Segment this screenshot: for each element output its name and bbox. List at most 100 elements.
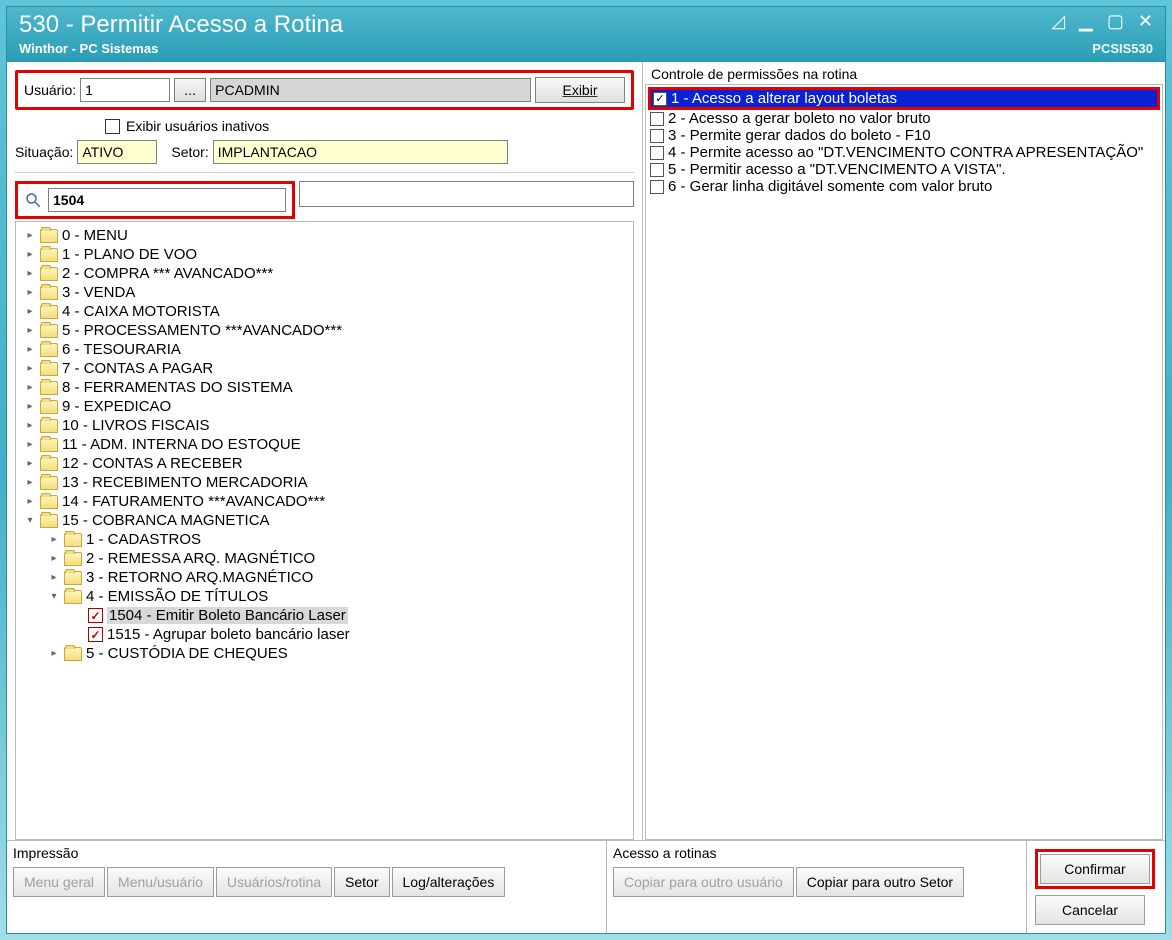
cancelar-button[interactable]: Cancelar (1035, 895, 1145, 925)
permissions-list[interactable]: ✓ 1 - Acesso a alterar layout boletas 2 - … (645, 84, 1163, 840)
menu-geral-button[interactable]: Menu geral (13, 867, 105, 897)
expander-icon[interactable]: ▸ (24, 306, 36, 318)
tree-row[interactable]: ▸ 5 - PROCESSAMENTO ***AVANCADO*** (18, 321, 631, 340)
permission-row[interactable]: 2 - Acesso a gerar boleto no valor bruto (648, 110, 1160, 127)
minimize-icon[interactable]: ▁ (1079, 11, 1093, 32)
user-id-input[interactable] (80, 78, 170, 102)
setor-input[interactable] (213, 140, 508, 164)
expander-icon[interactable]: ▸ (48, 534, 60, 546)
expander-icon[interactable]: ▸ (48, 572, 60, 584)
setor-button[interactable]: Setor (334, 867, 389, 897)
menu-usuario-button[interactable]: Menu/usuário (107, 867, 214, 897)
tree-row[interactable]: ▸ 7 - CONTAS A PAGAR (18, 359, 631, 378)
expander-icon[interactable]: ▸ (24, 325, 36, 337)
permission-row[interactable]: 4 - Permite acesso ao "DT.VENCIMENTO CON… (648, 144, 1160, 161)
permission-row[interactable]: 5 - Permitir acesso a "DT.VENCIMENTO A V… (648, 161, 1160, 178)
tree-row[interactable]: ▸11 - ADM. INTERNA DO ESTOQUE (18, 435, 631, 454)
expander-icon[interactable]: ▸ (24, 420, 36, 432)
folder-icon (40, 248, 58, 262)
permission-label: 6 - Gerar linha digitável somente com va… (668, 178, 992, 195)
expander-icon[interactable]: ▸ (24, 401, 36, 413)
expander-icon[interactable]: ▸ (24, 477, 36, 489)
tree-label: 5 - PROCESSAMENTO ***AVANCADO*** (62, 322, 342, 339)
expander-icon[interactable]: ▾ (48, 591, 60, 603)
expander-icon[interactable]: ▸ (24, 268, 36, 280)
permission-checkbox[interactable] (650, 180, 664, 194)
expander-icon[interactable]: ▸ (24, 344, 36, 356)
copiar-usuario-button[interactable]: Copiar para outro usuário (613, 867, 794, 897)
expander-icon[interactable]: ▸ (24, 287, 36, 299)
log-alteracoes-button[interactable]: Log/alterações (392, 867, 506, 897)
tree-row[interactable]: ▸6 - TESOURARIA (18, 340, 631, 359)
tree-label: 5 - CUSTÓDIA DE CHEQUES (86, 645, 288, 662)
routine-tree[interactable]: ▸0 - MENU▸1 - PLANO DE VOO▸2 - COMPRA **… (15, 221, 634, 840)
inactive-users-checkbox[interactable] (105, 119, 120, 134)
resize-icon[interactable]: ◿ (1051, 11, 1065, 32)
expander-icon[interactable]: ▸ (24, 249, 36, 261)
user-name-input[interactable] (210, 78, 531, 102)
permission-label: 1 - Acesso a alterar layout boletas (671, 90, 897, 107)
expander-icon[interactable]: ▸ (24, 230, 36, 242)
tree-row[interactable]: ▸3 - RETORNO ARQ.MAGNÉTICO (18, 568, 631, 587)
tree-row[interactable]: ▾4 - EMISSÃO DE TÍTULOS (18, 587, 631, 606)
maximize-icon[interactable]: ▢ (1107, 11, 1124, 32)
tree-row[interactable]: ▸1 - CADASTROS (18, 530, 631, 549)
tree-label: 8 - FERRAMENTAS DO SISTEMA (62, 379, 293, 396)
tree-row[interactable]: ▸ 8 - FERRAMENTAS DO SISTEMA (18, 378, 631, 397)
inactive-users-row[interactable]: Exibir usuários inativos (105, 118, 634, 134)
expander-icon[interactable]: ▸ (24, 496, 36, 508)
tree-row[interactable]: ▸4 - CAIXA MOTORISTA (18, 302, 631, 321)
folder-icon (40, 305, 58, 319)
search-input[interactable] (48, 188, 286, 212)
tree-row[interactable]: ▸13 - RECEBIMENTO MERCADORIA (18, 473, 631, 492)
tree-row[interactable]: ▸14 - FATURAMENTO ***AVANCADO*** (18, 492, 631, 511)
permission-checkbox[interactable]: ✓ (653, 92, 667, 106)
tree-row[interactable]: ▸10 - LIVROS FISCAIS (18, 416, 631, 435)
expander-icon[interactable]: ▸ (24, 382, 36, 394)
tree-row[interactable]: ▸0 - MENU (18, 226, 631, 245)
tree-row[interactable]: ✓ 1515 - Agrupar boleto bancário laser (18, 625, 631, 644)
permission-checkbox[interactable] (650, 146, 664, 160)
tree-row[interactable]: ✓1504 - Emitir Boleto Bancário Laser (18, 606, 631, 625)
tree-row[interactable]: ▸ 3 - VENDA (18, 283, 631, 302)
tree-label: 2 - REMESSA ARQ. MAGNÉTICO (86, 550, 315, 567)
permission-row[interactable]: 6 - Gerar linha digitável somente com va… (648, 178, 1160, 195)
permission-checkbox[interactable] (650, 112, 664, 126)
tree-label: 3 - VENDA (62, 284, 135, 301)
titlebar: 530 - Permitir Acesso a Rotina Winthor -… (7, 7, 1165, 62)
situacao-label: Situação: (15, 144, 73, 160)
tree-row[interactable]: ▸ 5 - CUSTÓDIA DE CHEQUES (18, 644, 631, 663)
tree-row[interactable]: ▸ 2 - REMESSA ARQ. MAGNÉTICO (18, 549, 631, 568)
copiar-setor-button[interactable]: Copiar para outro Setor (796, 867, 964, 897)
user-row: Usuário: ... Exibir (15, 70, 634, 110)
expander-icon[interactable]: ▸ (48, 553, 60, 565)
expander-icon[interactable]: ▸ (24, 458, 36, 470)
permission-row[interactable]: ✓ 1 - Acesso a alterar layout boletas (648, 87, 1160, 110)
expander-icon[interactable]: ▾ (24, 515, 36, 527)
tree-row[interactable]: ▸1 - PLANO DE VOO (18, 245, 631, 264)
expander-icon[interactable]: ▸ (48, 648, 60, 660)
close-icon[interactable]: ✕ (1138, 11, 1153, 32)
tree-row[interactable]: ▸12 - CONTAS A RECEBER (18, 454, 631, 473)
permission-checkbox[interactable] (650, 163, 664, 177)
tree-label: 1515 - Agrupar boleto bancário laser (107, 626, 350, 643)
permission-checkbox[interactable] (650, 129, 664, 143)
folder-icon (40, 438, 58, 452)
exibir-button[interactable]: Exibir (535, 77, 625, 103)
expander-icon[interactable]: ▸ (24, 363, 36, 375)
confirmar-button[interactable]: Confirmar (1040, 854, 1150, 884)
tree-checkbox[interactable]: ✓ (88, 627, 103, 642)
footer: Impressão Menu geral Menu/usuário Usuári… (7, 840, 1165, 933)
permission-row[interactable]: 3 - Permite gerar dados do boleto - F10 (648, 127, 1160, 144)
tree-row[interactable]: ▸9 - EXPEDICAO (18, 397, 631, 416)
tree-checkbox[interactable]: ✓ (88, 608, 103, 623)
footer-impressao: Impressão Menu geral Menu/usuário Usuári… (7, 841, 607, 933)
tree-row[interactable]: ▸2 - COMPRA *** AVANCADO*** (18, 264, 631, 283)
situacao-input[interactable] (77, 140, 157, 164)
tree-row[interactable]: ▾15 - COBRANCA MAGNETICA (18, 511, 631, 530)
user-pick-button[interactable]: ... (174, 78, 206, 102)
tree-label: 7 - CONTAS A PAGAR (62, 360, 213, 377)
situacao-row: Situação: Setor: (15, 140, 634, 164)
expander-icon[interactable]: ▸ (24, 439, 36, 451)
usuarios-rotina-button[interactable]: Usuários/rotina (216, 867, 332, 897)
